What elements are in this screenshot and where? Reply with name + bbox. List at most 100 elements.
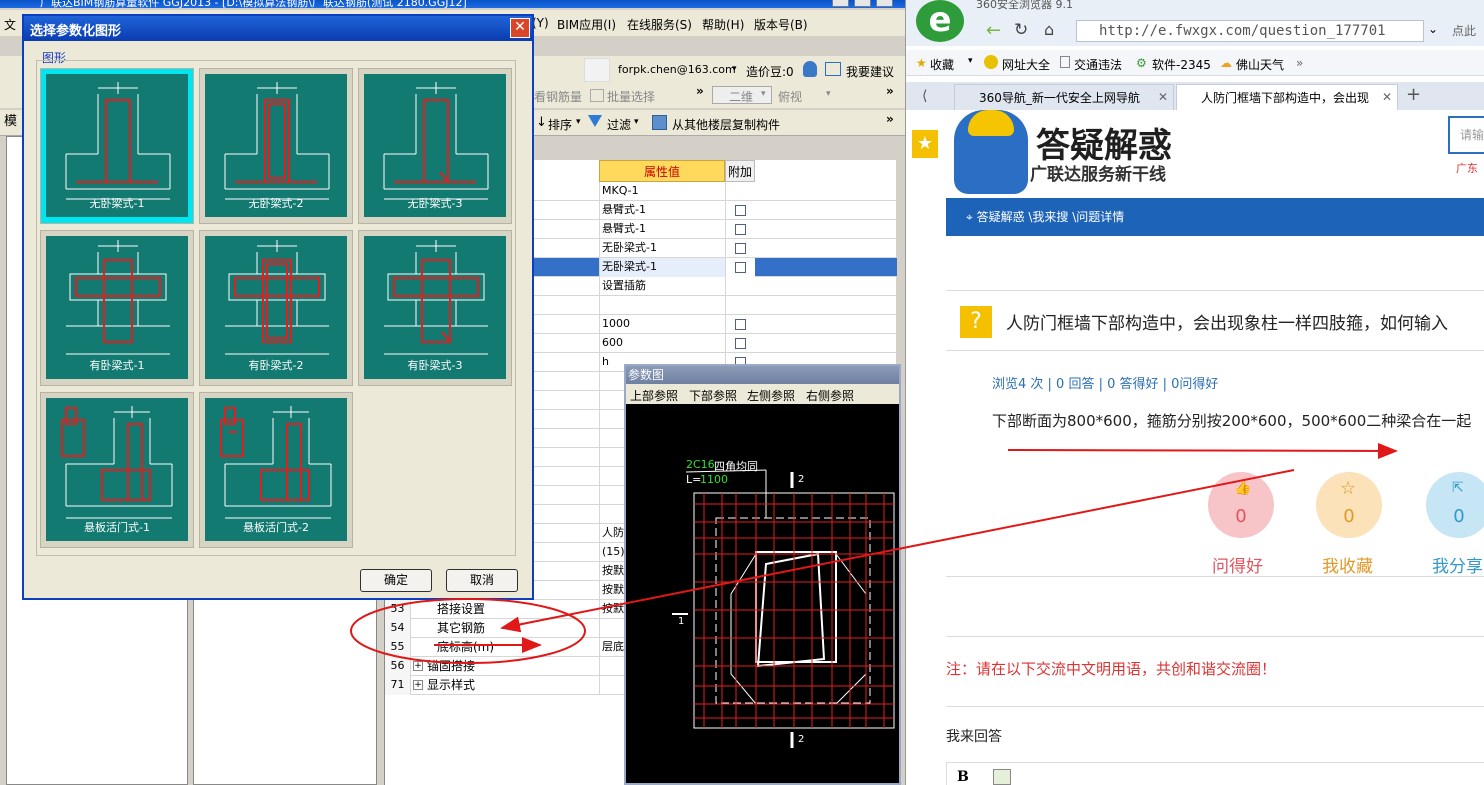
bold-button[interactable]: B [957, 769, 969, 785]
chevron-down-icon[interactable]: ⌄ [1428, 22, 1438, 36]
menu-bim[interactable]: BIM应用(I) [557, 16, 616, 33]
favorite-label[interactable]: 我收藏 [1322, 552, 1373, 577]
chevron-right-icon[interactable]: » [696, 84, 704, 98]
filter-button[interactable]: 过滤 [607, 116, 631, 133]
home-icon[interactable]: ⌂ [1044, 20, 1054, 39]
ok-button[interactable]: 确定 [360, 569, 432, 592]
menu-version[interactable]: 版本号(B) [754, 16, 808, 33]
chevron-down-icon[interactable]: ▾ [732, 64, 737, 74]
view-mode-button[interactable]: 俯视 [778, 88, 802, 105]
shape-tile[interactable]: 有卧梁式-3 [358, 230, 512, 386]
dialog-close-button[interactable]: ✕ [510, 18, 530, 38]
menu-file[interactable]: 文 [4, 16, 16, 33]
property-value[interactable]: MKQ-1 [599, 182, 725, 201]
additional-checkbox[interactable] [735, 262, 746, 273]
copy-floor-button[interactable]: 从其他楼层复制构件 [672, 116, 780, 133]
chevron-right-icon[interactable]: » [1296, 56, 1303, 70]
shape-tile[interactable]: 无卧梁式-2 [199, 68, 353, 224]
close-tab-icon[interactable]: ✕ [1382, 90, 1392, 104]
address-bar[interactable]: http://e.fwxgx.com/question_177701 [1076, 20, 1424, 42]
tab-question[interactable]: 人防门框墙下部构造中，会出现 [1176, 84, 1398, 110]
expand-icon[interactable]: + [413, 661, 423, 671]
shape-tile[interactable]: 无卧梁式-3 [358, 68, 512, 224]
page-content: ★ 答疑解惑 广联达服务新干线 请输 广东 ⌖ 答疑解惑 \我来搜 \问题详情 … [906, 110, 1484, 785]
additional-checkbox[interactable] [735, 224, 746, 235]
tab-bottom-reference[interactable]: 下部参照 [689, 387, 737, 404]
bookmark-software[interactable]: 软件-2345 [1152, 56, 1211, 73]
property-value[interactable]: 悬臂式-1 [599, 220, 725, 239]
tab-right-reference[interactable]: 右侧参照 [806, 387, 854, 404]
property-value[interactable]: 无卧梁式-1 [599, 258, 725, 277]
breadcrumb-text[interactable]: 答疑解惑 \我来搜 \问题详情 [977, 210, 1125, 224]
account-email[interactable]: forpk.chen@163.com [618, 63, 736, 76]
minimize-button[interactable] [832, 0, 849, 7]
shape-tile-selected[interactable]: 无卧梁式-1 [40, 68, 194, 224]
chevron-down-icon[interactable]: ▾ [576, 117, 581, 127]
sort-button[interactable]: 排序 [548, 116, 572, 133]
shape-tile[interactable]: 有卧梁式-1 [40, 230, 194, 386]
property-value[interactable]: 无卧梁式-1 [599, 239, 725, 258]
close-button[interactable] [876, 0, 893, 7]
ask-good-label[interactable]: 问得好 [1212, 552, 1263, 577]
software-icon: ⚙ [1136, 56, 1147, 70]
favorite-star-icon[interactable]: ★ [912, 130, 938, 158]
shape-tile[interactable]: 悬板活门式-2 [199, 392, 353, 548]
bell-icon[interactable] [803, 61, 817, 77]
bookmark-favorites[interactable]: 收藏 [930, 56, 954, 73]
additional-checkbox[interactable] [735, 243, 746, 254]
model-tab[interactable]: 模 [4, 110, 17, 129]
image-icon[interactable] [993, 769, 1011, 785]
search-hint[interactable]: 点此 [1452, 22, 1476, 39]
menu-online[interactable]: 在线服务(S) [627, 16, 692, 33]
property-name: 其它钢筋 [437, 621, 486, 635]
tab-top-reference[interactable]: 上部参照 [630, 387, 678, 404]
shape-tile[interactable]: 悬板活门式-1 [40, 392, 194, 548]
chevron-right-icon[interactable]: » [886, 84, 894, 98]
property-value[interactable]: 1000 [599, 315, 725, 334]
location-pin-icon: ⌖ [966, 210, 977, 224]
refresh-icon[interactable]: ↻ [1014, 20, 1028, 40]
back-icon[interactable]: ← [986, 20, 1001, 41]
chevron-down-icon[interactable]: ▾ [968, 56, 973, 66]
menu-partial[interactable]: (Y) [532, 16, 549, 30]
view-rebar-button[interactable]: 看钢筋量 [534, 88, 582, 105]
browser-window: e 360安全浏览器 9.1 ← ↻ ⌂ http://e.fwxgx.com/… [905, 0, 1484, 785]
close-tab-icon[interactable]: ✕ [1158, 90, 1168, 104]
shape-preview: 悬板活门式-2 [205, 398, 347, 541]
parameter-diagram-window: 参数图 上部参照 下部参照 左侧参照 右侧参照 2C16 四角均同 L= 110… [624, 364, 901, 785]
additional-checkbox[interactable] [735, 338, 746, 349]
property-value[interactable]: 600 [599, 334, 725, 353]
dimension-select[interactable]: 二维 ▾ [712, 86, 772, 104]
site-search-input[interactable]: 请输 [1448, 116, 1484, 154]
tab-left-reference[interactable]: 左侧参照 [747, 387, 795, 404]
additional-checkbox[interactable] [735, 319, 746, 330]
chevron-down-icon[interactable]: ▾ [634, 117, 639, 127]
tab-scroll-left-icon[interactable]: ⟨ [922, 88, 927, 104]
chevron-down-icon[interactable]: ▾ [826, 89, 831, 99]
property-value[interactable] [599, 296, 725, 315]
region-label[interactable]: 广东 [1456, 160, 1478, 176]
bookmark-weather[interactable]: 佛山天气 [1236, 56, 1284, 73]
question-stats: 浏览4 次 | 0 回答 | 0 答得好 | 0问得好 [992, 377, 1219, 392]
additional-cell [725, 296, 755, 315]
bookmark-traffic[interactable]: 交通违法 [1074, 56, 1122, 73]
property-value[interactable]: 悬臂式-1 [599, 201, 725, 220]
menu-help[interactable]: 帮助(H) [702, 16, 744, 33]
bookmark-sites[interactable]: 网址大全 [1002, 56, 1050, 73]
feedback-icon[interactable] [825, 62, 841, 76]
batch-select-button[interactable]: 批量选择 [607, 88, 655, 105]
chevron-right-icon[interactable]: » [886, 112, 894, 126]
expand-icon[interactable]: + [413, 680, 423, 690]
property-value[interactable]: 设置插筋 [599, 277, 725, 296]
share-label[interactable]: 我分享 [1432, 552, 1483, 577]
cancel-button[interactable]: 取消 [446, 569, 518, 592]
shape-tile[interactable]: 有卧梁式-2 [199, 230, 353, 386]
share-count: 0 [1453, 506, 1465, 527]
additional-checkbox[interactable] [735, 205, 746, 216]
section-marker-top: 2 [798, 474, 805, 485]
new-tab-icon[interactable]: + [1406, 84, 1421, 105]
feedback-link[interactable]: 我要建议 [846, 63, 894, 80]
page-icon [1060, 56, 1070, 68]
maximize-button[interactable] [854, 0, 871, 7]
tab-360-nav[interactable]: 360导航_新一代安全上网导航 [954, 84, 1174, 110]
